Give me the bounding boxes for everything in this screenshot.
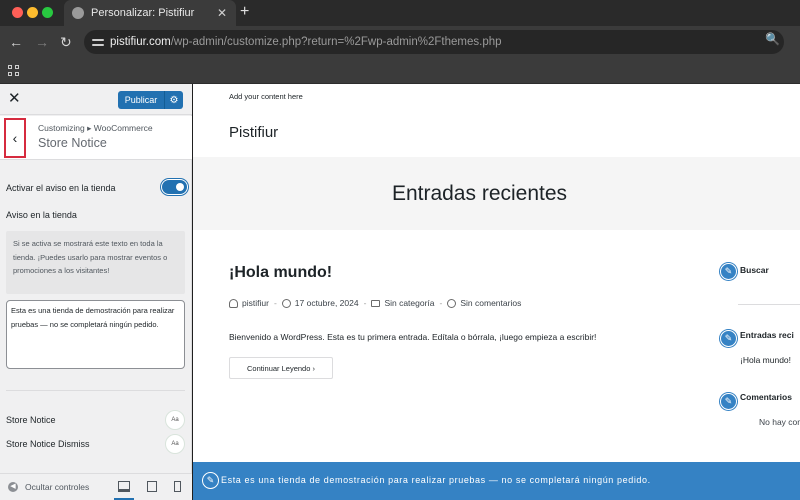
author-icon [229,298,238,308]
search-widget-title: Buscar [740,265,769,275]
toggle-knob [176,183,184,191]
folder-icon [371,299,381,307]
browser-toolbar: ← → ↻ pistifiur.com/wp-admin/customize.p… [0,26,800,58]
store-notice-label: Aviso en la tienda [6,210,77,220]
hide-controls-button[interactable]: Ocultar controles [25,482,89,492]
collapse-icon[interactable]: ◀ [8,482,18,492]
mobile-preview-icon[interactable] [174,481,181,492]
enable-notice-toggle[interactable] [162,180,187,194]
section-title-bar: ‹ Customizing ▸ WooCommerce Store Notice [0,116,192,160]
globe-icon [72,7,84,19]
bookmarks-bar [0,58,800,84]
customizer-footer: ◀ Ocultar controles [0,473,192,500]
new-tab-button[interactable]: + [240,3,249,21]
url-host: pistifiur.com [110,36,171,48]
typography-button[interactable]: Aa [165,410,185,430]
breadcrumb: Customizing ▸ WooCommerce [38,123,153,133]
browser-titlebar: Personalizar: Pistifiur ✕ + [0,0,800,26]
edit-notice-pencil-icon[interactable]: ✎ [202,472,219,489]
url-text: pistifiur.com/wp-admin/customize.php?ret… [110,36,502,48]
store-notice-text: Esta es una tienda de demostración para … [221,475,651,485]
section-name: Store Notice [38,136,107,150]
notice-description: Si se activa se mostrará este texto en t… [6,231,185,294]
desktop-preview-icon[interactable] [118,481,130,492]
edit-widget-pencil-icon[interactable]: ✎ [720,330,737,347]
url-path: /wp-admin/customize.php?return=%2Fwp-adm… [170,36,502,48]
recent-post-link[interactable]: ¡Hola mundo! [740,355,791,365]
zoom-icon[interactable]: 🔍 [765,32,780,46]
hero-title: Entradas recientes [391,182,568,205]
post-title[interactable]: ¡Hola mundo! [229,264,332,282]
typography-button[interactable]: Aa [165,434,185,454]
publish-button[interactable]: Publicar ⚙ [118,91,183,109]
comment-icon [447,298,457,308]
post-date[interactable]: 17 octubre, 2024 [295,298,359,308]
post-category[interactable]: Sin categoría [384,298,434,308]
gear-icon[interactable]: ⚙ [165,95,183,106]
forward-arrow-icon[interactable]: → [35,33,49,51]
store-notice-banner[interactable]: ✎ Esta es una tienda de demostración par… [193,462,800,500]
tab-title: Personalizar: Pistifiur [91,7,195,19]
store-notice-textarea[interactable]: Esta es una tienda de demostración para … [6,300,185,369]
recent-posts-widget-title: Entradas reci [740,330,794,340]
customizer-panel: ✕ Publicar ⚙ ‹ Customizing ▸ WooCommerce… [0,84,192,500]
site-preview: Add your content here Pistifiur Entradas… [193,84,800,500]
enable-notice-label: Activar el aviso en la tienda [6,183,116,193]
post-author[interactable]: pistifiur [242,298,269,308]
close-customizer-icon[interactable]: ✕ [8,90,21,108]
typography-label: Store Notice Dismiss [6,439,90,449]
back-arrow-icon[interactable]: ← [9,33,23,51]
hero-banner: Entradas recientes [193,157,800,230]
tablet-preview-icon[interactable] [147,481,157,492]
site-tagline: Add your content here [229,92,303,101]
browser-tab[interactable]: Personalizar: Pistifiur ✕ [64,0,236,26]
typography-row-store-notice: Store Notice Aa [6,410,185,430]
divider [6,390,185,391]
address-bar[interactable]: pistifiur.com/wp-admin/customize.php?ret… [84,30,784,54]
site-info-icon[interactable] [92,37,104,47]
post-comments[interactable]: Sin comentarios [460,298,521,308]
back-button[interactable]: ‹ [4,118,26,158]
search-input[interactable] [738,277,800,305]
close-window-button[interactable] [12,7,23,18]
post-meta: pistifiur - 17 octubre, 2024 - Sin categ… [229,298,521,308]
reload-icon[interactable]: ↻ [60,33,72,51]
maximize-window-button[interactable] [42,7,53,18]
typography-label: Store Notice [6,415,56,425]
apps-grid-icon[interactable] [8,65,19,76]
edit-widget-pencil-icon[interactable]: ✎ [720,263,737,280]
publish-label: Publicar [124,95,158,105]
site-title[interactable]: Pistifiur [229,124,278,141]
clock-icon [281,298,291,308]
tab-close-icon[interactable]: ✕ [216,6,228,20]
post-excerpt: Bienvenido a WordPress. Esta es tu prime… [229,332,597,342]
customizer-header: ✕ Publicar ⚙ [0,84,192,115]
read-more-button[interactable]: Continuar Leyendo › [229,357,333,379]
minimize-window-button[interactable] [27,7,38,18]
comments-empty-text: No hay com [759,417,800,427]
edit-widget-pencil-icon[interactable]: ✎ [720,393,737,410]
comments-widget-title: Comentarios [740,392,792,402]
typography-row-store-notice-dismiss: Store Notice Dismiss Aa [6,434,185,454]
